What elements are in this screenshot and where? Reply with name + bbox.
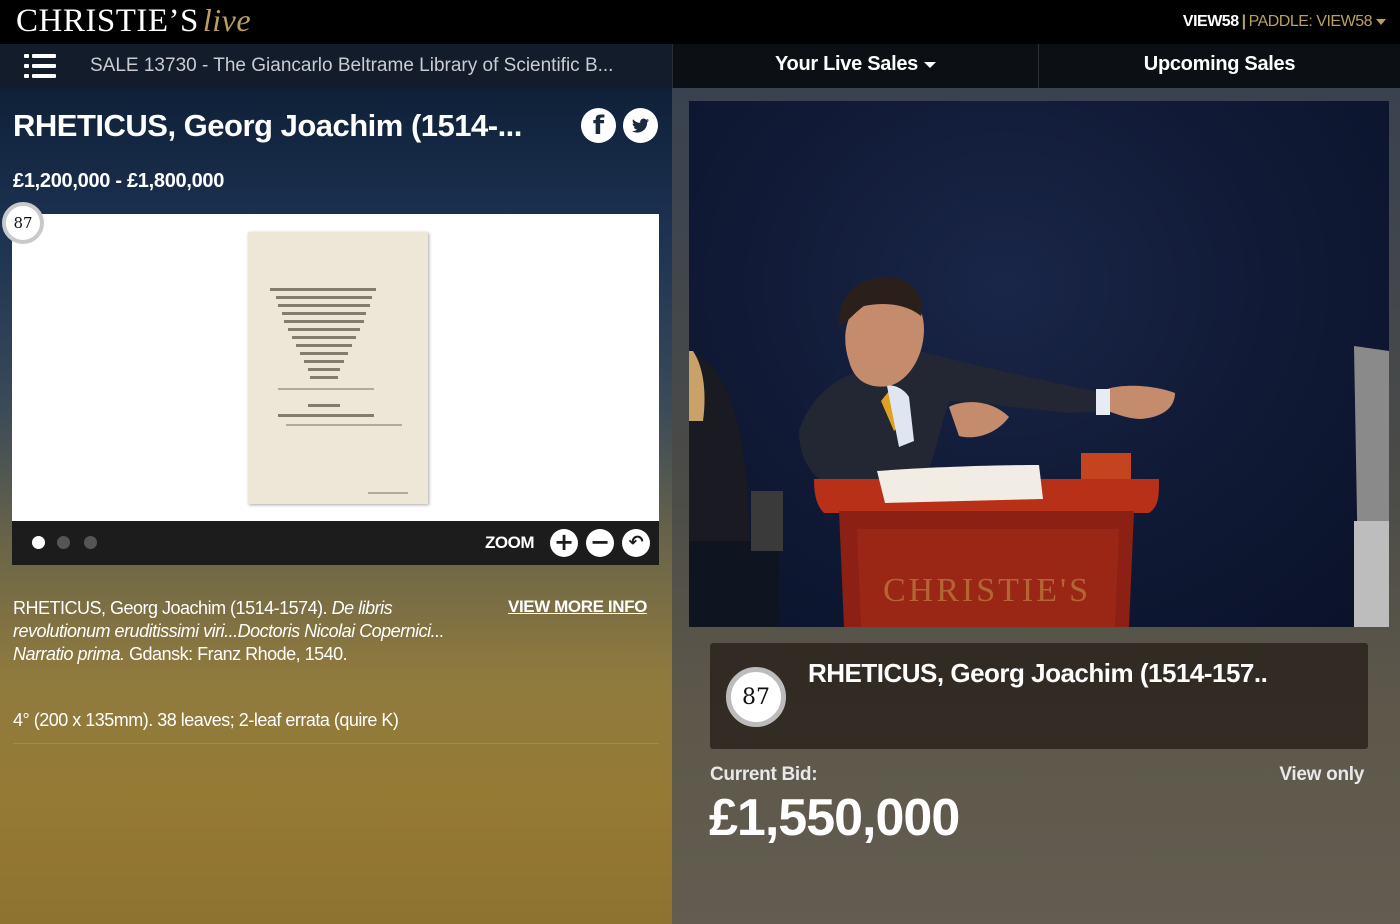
current-bid-amount: £1,550,000: [709, 789, 960, 847]
divider: [13, 743, 659, 744]
description-author: RHETICUS, Georg Joachim (1514-1574).: [13, 598, 328, 618]
account-separator: |: [1241, 13, 1246, 30]
logo-live: live: [202, 2, 252, 38]
current-lot-card: 87 RHETICUS, Georg Joachim (1514-157..: [710, 643, 1368, 749]
lot-description: RHETICUS, Georg Joachim (1514-1574). De …: [13, 597, 453, 666]
image-dot-3[interactable]: [84, 536, 97, 549]
tab-label: Upcoming Sales: [1143, 53, 1296, 75]
account-menu[interactable]: VIEW58 | PADDLE: VIEW58: [1183, 13, 1386, 31]
reset-icon[interactable]: ↶: [622, 529, 650, 557]
current-bid-label: Current Bid:: [710, 764, 818, 785]
tab-label: Your Live Sales: [775, 53, 918, 75]
lot-title: RHETICUS, Georg Joachim (1514-...: [13, 108, 522, 143]
top-bar: CHRISTIE’S live VIEW58 | PADDLE: VIEW58: [0, 0, 1400, 44]
current-lot-title: RHETICUS, Georg Joachim (1514-157..: [808, 658, 1268, 688]
tab-your-live-sales[interactable]: Your Live Sales: [672, 44, 1038, 88]
lot-collation: 4° (200 x 135mm). 38 leaves; 2-leaf erra…: [13, 710, 399, 730]
image-dot-1[interactable]: [32, 536, 45, 549]
chevron-down-icon: [1376, 18, 1386, 25]
lot-number-badge: 87: [726, 667, 786, 727]
nav-row: SALE 13730 - The Giancarlo Beltrame Libr…: [0, 44, 1400, 88]
chevron-down-icon: [923, 61, 936, 68]
account-username: VIEW58: [1182, 13, 1239, 30]
image-viewer[interactable]: [12, 214, 659, 521]
image-viewer-controls: ZOOM + − ↶: [12, 521, 659, 565]
zoom-out-icon[interactable]: −: [586, 529, 614, 557]
bidding-status: View only: [1279, 764, 1364, 785]
zoom-in-icon[interactable]: +: [550, 529, 578, 557]
sale-title: SALE 13730 - The Giancarlo Beltrame Libr…: [90, 55, 614, 76]
logo-brand: CHRISTIE’S: [16, 3, 199, 39]
facebook-icon[interactable]: f: [581, 108, 616, 143]
lot-estimate: £1,200,000 - £1,800,000: [13, 170, 225, 192]
svg-text:CHRISTIE'S: CHRISTIE'S: [883, 572, 1091, 609]
hamburger-icon[interactable]: [24, 54, 56, 78]
image-dot-2[interactable]: [57, 536, 70, 549]
live-video-stream[interactable]: CHRISTIE'S: [689, 101, 1389, 627]
lot-number-badge: 87: [2, 202, 44, 244]
tab-upcoming-sales[interactable]: Upcoming Sales: [1038, 44, 1400, 88]
description-imprint: Gdansk: Franz Rhode, 1540.: [129, 644, 348, 664]
paddle-number: PADDLE: VIEW58: [1248, 13, 1373, 30]
lot-image-title-page: [248, 232, 428, 504]
sale-bar: SALE 13730 - The Giancarlo Beltrame Libr…: [0, 44, 672, 88]
twitter-icon[interactable]: [623, 108, 658, 143]
zoom-label: ZOOM: [485, 533, 535, 552]
lot-details-panel: RHETICUS, Georg Joachim (1514-... f £1,2…: [0, 88, 672, 924]
christies-live-logo[interactable]: CHRISTIE’S live: [16, 2, 251, 40]
view-more-info-link[interactable]: VIEW MORE INFO: [508, 597, 647, 617]
live-auction-panel: CHRISTIE'S 87 RHETICUS, Georg Joachim (1…: [672, 88, 1400, 924]
